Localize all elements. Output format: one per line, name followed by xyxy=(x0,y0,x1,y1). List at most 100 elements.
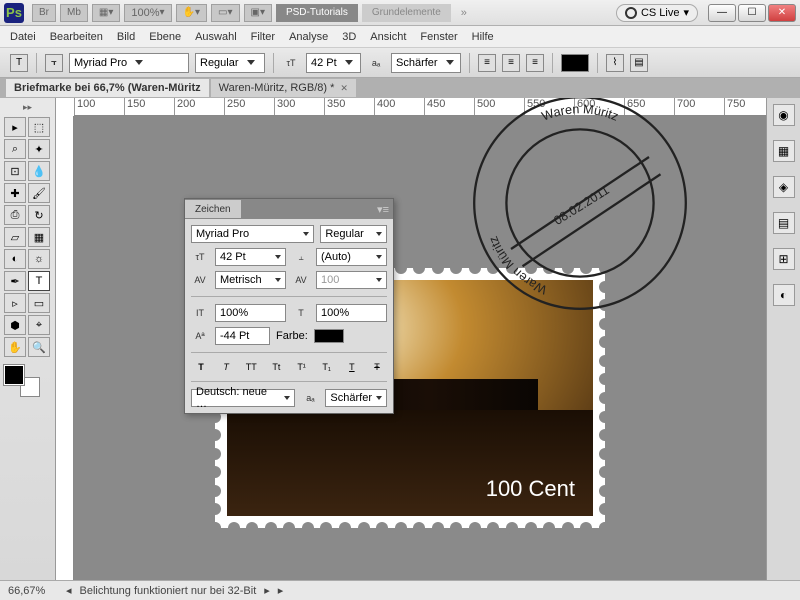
faux-bold[interactable]: T xyxy=(193,360,209,374)
menu-auswahl[interactable]: Auswahl xyxy=(195,31,237,43)
brush-tool[interactable]: 🖌 xyxy=(28,183,50,203)
antialias-dropdown[interactable]: Schärfer xyxy=(391,53,461,73)
screen-chip[interactable]: ▣▾ xyxy=(244,4,272,22)
status-zoom[interactable]: 66,67% xyxy=(8,585,58,597)
hand-tool[interactable]: ✋ xyxy=(4,337,26,357)
document-tab-2[interactable]: Waren-Müritz, RGB/8) *✕ xyxy=(211,79,356,97)
tab-close-icon[interactable]: ✕ xyxy=(340,83,348,94)
tools-collapse[interactable]: ▸▸ xyxy=(4,102,51,113)
3d-tool[interactable]: ⬢ xyxy=(4,315,26,335)
lasso-tool[interactable]: ⌕ xyxy=(4,139,26,159)
cp-font-size[interactable]: 42 Pt xyxy=(215,248,286,266)
swatches-panel-icon[interactable]: ▦ xyxy=(773,140,795,162)
align-center[interactable]: ≡ xyxy=(502,54,520,72)
type-tool[interactable]: T xyxy=(28,271,50,291)
warp-text[interactable]: ⌇ xyxy=(606,54,624,72)
superscript[interactable]: T¹ xyxy=(294,360,310,374)
align-left[interactable]: ≡ xyxy=(478,54,496,72)
panel-tab-zeichen[interactable]: Zeichen xyxy=(185,200,241,218)
cp-vscale[interactable]: 100% xyxy=(215,304,286,322)
adjustments-panel-icon[interactable]: ◈ xyxy=(773,176,795,198)
subscript[interactable]: T₁ xyxy=(319,360,335,374)
pen-tool[interactable]: ✒ xyxy=(4,271,26,291)
underline[interactable]: T xyxy=(344,360,360,374)
menu-analyse[interactable]: Analyse xyxy=(289,31,328,43)
dodge-tool[interactable]: ☼ xyxy=(28,249,50,269)
color-swatches[interactable] xyxy=(4,365,40,397)
font-style-dropdown[interactable]: Regular xyxy=(195,53,265,73)
cp-leading[interactable]: (Auto) xyxy=(316,248,387,266)
crop-tool[interactable]: ⊡ xyxy=(4,161,26,181)
layout-chip[interactable]: ▦▾ xyxy=(92,4,120,22)
menu-datei[interactable]: Datei xyxy=(10,31,36,43)
canvas[interactable]: he Bundespost 100 Cent Waren xyxy=(74,116,766,580)
panel-menu-icon[interactable]: ▾≡ xyxy=(377,203,389,216)
menu-bearbeiten[interactable]: Bearbeiten xyxy=(50,31,103,43)
menu-filter[interactable]: Filter xyxy=(251,31,275,43)
tool-preset[interactable]: T xyxy=(10,54,28,72)
cs-live-button[interactable]: CS Live ▾ xyxy=(616,4,698,22)
cp-hscale[interactable]: 100% xyxy=(316,304,387,322)
menu-hilfe[interactable]: Hilfe xyxy=(472,31,494,43)
workspace-tab[interactable]: Grundelemente xyxy=(362,4,451,22)
3d-camera-tool[interactable]: ⌖ xyxy=(28,315,50,335)
paths-panel-icon[interactable]: ◐ xyxy=(773,284,795,306)
gradient-tool[interactable]: ▦ xyxy=(28,227,50,247)
cp-kerning[interactable]: Metrisch xyxy=(215,271,286,289)
bridge-chip[interactable]: Br xyxy=(32,4,56,22)
workspace-more[interactable]: » xyxy=(461,7,467,19)
minibridge-chip[interactable]: Mb xyxy=(60,4,88,22)
close-button[interactable]: ✕ xyxy=(768,4,796,22)
cp-language[interactable]: Deutsch: neue … xyxy=(191,389,295,407)
cp-color-swatch[interactable] xyxy=(314,329,344,343)
hand-chip[interactable]: ✋▾ xyxy=(176,4,207,22)
status-nav-left[interactable]: ◂ xyxy=(66,584,72,597)
stamp-tool[interactable]: ⎙ xyxy=(4,205,26,225)
orientation-toggle[interactable]: ⫟ xyxy=(45,54,63,72)
channels-panel-icon[interactable]: ⊞ xyxy=(773,248,795,270)
menu-ebene[interactable]: Ebene xyxy=(149,31,181,43)
minimize-button[interactable]: — xyxy=(708,4,736,22)
status-nav-right[interactable]: ▸ xyxy=(264,584,270,597)
font-size-dropdown[interactable]: 42 Pt xyxy=(306,53,361,73)
status-menu[interactable]: ▸ xyxy=(278,584,284,597)
panel-header[interactable]: Zeichen ▾≡ xyxy=(185,199,393,219)
maximize-button[interactable]: ☐ xyxy=(738,4,766,22)
layers-panel-icon[interactable]: ▤ xyxy=(773,212,795,234)
marquee-tool[interactable]: ⬚ xyxy=(28,117,50,137)
menu-fenster[interactable]: Fenster xyxy=(420,31,457,43)
heal-tool[interactable]: ✚ xyxy=(4,183,26,203)
history-brush-tool[interactable]: ↻ xyxy=(28,205,50,225)
path-select-tool[interactable]: ▹ xyxy=(4,293,26,313)
document-tab-1[interactable]: Briefmarke bei 66,7% (Waren-Müritz xyxy=(6,79,209,97)
view-chip[interactable]: ▭▾ xyxy=(211,4,239,22)
cp-font-style[interactable]: Regular xyxy=(320,225,387,243)
cp-baseline[interactable]: -44 Pt xyxy=(215,327,270,345)
eyedropper-tool[interactable]: 💧 xyxy=(28,161,50,181)
faux-italic[interactable]: T xyxy=(218,360,234,374)
font-family-dropdown[interactable]: Myriad Pro xyxy=(69,53,189,73)
wand-tool[interactable]: ✦ xyxy=(28,139,50,159)
blur-tool[interactable]: ◐ xyxy=(4,249,26,269)
zoom-chip[interactable]: 100% ▾ xyxy=(124,4,171,22)
all-caps[interactable]: TT xyxy=(243,360,259,374)
char-panel-toggle[interactable]: ▤ xyxy=(630,54,648,72)
text-color-swatch[interactable] xyxy=(561,54,589,72)
character-panel[interactable]: Zeichen ▾≡ Myriad Pro Regular τT 42 Pt ⫠… xyxy=(184,198,394,414)
cp-font-family[interactable]: Myriad Pro xyxy=(191,225,314,243)
menu-ansicht[interactable]: Ansicht xyxy=(370,31,406,43)
menu-bild[interactable]: Bild xyxy=(117,31,135,43)
cp-tracking[interactable]: 100 xyxy=(316,271,387,289)
shape-tool[interactable]: ▭ xyxy=(28,293,50,313)
menu-3d[interactable]: 3D xyxy=(342,31,356,43)
workspace-tab-active[interactable]: PSD-Tutorials xyxy=(276,4,358,22)
small-caps[interactable]: Tt xyxy=(268,360,284,374)
zoom-tool[interactable]: 🔍 xyxy=(28,337,50,357)
strikethrough[interactable]: Ŧ xyxy=(369,360,385,374)
align-right[interactable]: ≡ xyxy=(526,54,544,72)
eraser-tool[interactable]: ▱ xyxy=(4,227,26,247)
cp-antialias[interactable]: Schärfer xyxy=(325,389,387,407)
right-dock: ◉ ▦ ◈ ▤ ⊞ ◐ xyxy=(766,98,800,580)
color-panel-icon[interactable]: ◉ xyxy=(773,104,795,126)
move-tool[interactable]: ▸ xyxy=(4,117,26,137)
